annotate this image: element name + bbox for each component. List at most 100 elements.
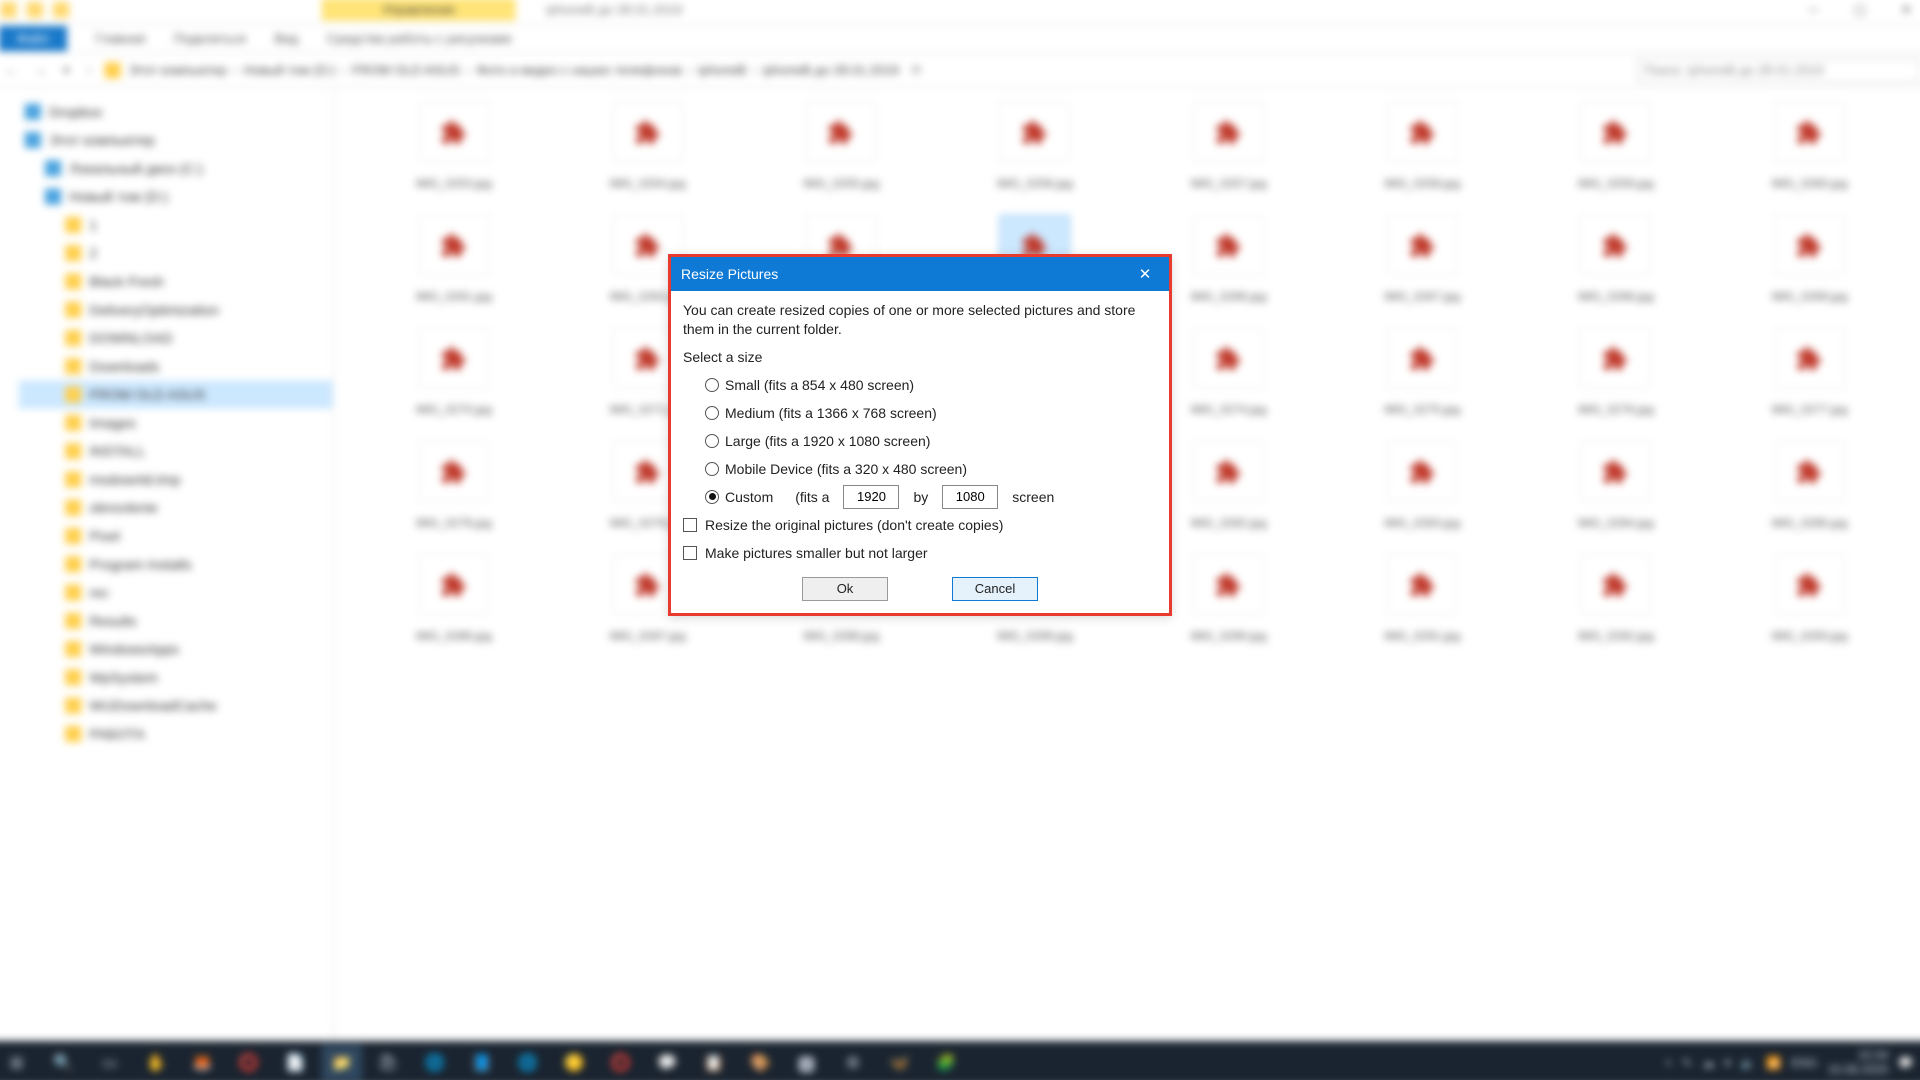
breadcrumb-segment[interactable]: Фото и видео с наших телефонов <box>476 62 681 77</box>
sidebar-item[interactable]: 2 <box>19 239 333 267</box>
breadcrumb-segment[interactable]: Новый том (D:) <box>243 62 335 77</box>
sidebar-item[interactable]: РАБОТА <box>19 720 333 748</box>
breadcrumb-segment[interactable]: FROM OLD ASUS <box>352 62 460 77</box>
radio-custom[interactable]: Custom (fits a by screen <box>705 483 1157 511</box>
file-thumbnail[interactable]: IMG_0285.jpg <box>1720 435 1900 536</box>
tray-icon[interactable]: 🔈 <box>1741 1056 1756 1070</box>
sidebar-item[interactable]: Downloads <box>19 352 333 380</box>
taskbar-app[interactable]: 🟡 <box>554 1045 594 1080</box>
sidebar-item[interactable]: Results <box>19 607 333 635</box>
sidebar-item[interactable]: Новый том (D:) <box>19 182 333 210</box>
sidebar-item[interactable]: WUDownloadCache <box>19 691 333 719</box>
taskbar[interactable]: ⊞ 🔍 ▭ ✋ 🦊 ⭕ 📄 📁 🛍 🌐 📘 🌐 🟡 ⭕ 💬 📋 🎨 🅰 ⚙ 🦋 … <box>0 1041 1920 1080</box>
taskbar-app-skype[interactable]: 💬 <box>647 1045 687 1080</box>
nav-forward-icon[interactable]: → <box>30 62 51 77</box>
sidebar-item[interactable]: Dropbox <box>19 98 333 126</box>
nav-up-icon[interactable]: ↑ <box>82 62 97 77</box>
sidebar-item[interactable]: 1 <box>19 211 333 239</box>
file-thumbnail[interactable]: IMG_0269.jpg <box>1720 209 1900 310</box>
taskbar-app[interactable]: 🅰 <box>786 1045 826 1080</box>
taskbar-app-opera[interactable]: ⭕ <box>229 1045 269 1080</box>
sidebar-item[interactable]: msdownld.tmp <box>19 465 333 493</box>
file-thumbnail[interactable]: IMG_0276.jpg <box>1526 322 1706 423</box>
navigation-pane[interactable]: DropboxЭтот компьютерЛокальный диск (C:)… <box>0 88 334 1062</box>
radio-large[interactable]: Large (fits a 1920 x 1080 screen) <box>705 427 1157 455</box>
custom-width-input[interactable] <box>843 485 899 509</box>
tray-chevron-up-icon[interactable]: ˄ <box>1665 1056 1672 1070</box>
sidebar-item[interactable]: Этот компьютер <box>19 126 333 154</box>
file-thumbnail[interactable]: IMG_0278.jpg <box>364 435 544 536</box>
sidebar-item[interactable]: Program Installs <box>19 550 333 578</box>
sidebar-item[interactable]: Локальный диск (C:) <box>19 154 333 182</box>
sidebar-item[interactable]: Pixel <box>19 522 333 550</box>
tray-icon[interactable]: ▾ <box>1725 1056 1731 1070</box>
sidebar-item[interactable]: WpSystem <box>19 663 333 691</box>
file-thumbnail[interactable]: IMG_0261.jpg <box>364 209 544 310</box>
file-thumbnail[interactable]: IMG_0286.jpg <box>364 548 544 649</box>
sidebar-item[interactable]: DOWNLOAD <box>19 324 333 352</box>
checkbox-resize-original[interactable]: Resize the original pictures (don't crea… <box>683 511 1157 539</box>
sidebar-item[interactable]: obnovlenie <box>19 494 333 522</box>
tab-share[interactable]: Поделиться <box>174 31 247 46</box>
breadcrumb[interactable]: Этот компьютер › Новый том (D:) › FROM O… <box>129 62 899 77</box>
window-minimize[interactable]: ─ <box>1790 0 1836 23</box>
radio-medium[interactable]: Medium (fits a 1366 x 768 screen) <box>705 399 1157 427</box>
qat-icon[interactable] <box>53 1 69 17</box>
file-thumbnail[interactable]: IMG_0267.jpg <box>1332 209 1512 310</box>
nav-recent-icon[interactable]: ▾ <box>59 62 74 78</box>
cancel-button[interactable]: Cancel <box>952 577 1038 601</box>
tab-picture-tools[interactable]: Средства работы с рисунками <box>327 31 512 46</box>
checkbox-smaller-only[interactable]: Make pictures smaller but not larger <box>683 539 1157 567</box>
taskbar-app[interactable]: 🦋 <box>879 1045 919 1080</box>
tab-home[interactable]: Главная <box>95 31 145 46</box>
file-thumbnail[interactable]: IMG_0275.jpg <box>1332 322 1512 423</box>
search-input[interactable]: Поиск: iphoneB до 28.01.2019 <box>1637 58 1920 82</box>
tray-action-center-icon[interactable]: 💬 <box>1898 1056 1913 1070</box>
taskbar-app-settings-icon[interactable]: ⚙ <box>833 1045 873 1080</box>
taskbar-app-explorer[interactable]: 📁 <box>322 1045 362 1080</box>
file-thumbnail[interactable]: IMG_0253.jpg <box>364 96 544 197</box>
file-thumbnail[interactable]: IMG_0260.jpg <box>1720 96 1900 197</box>
file-thumbnail[interactable]: IMG_0259.jpg <box>1526 96 1706 197</box>
sidebar-item[interactable]: Images <box>19 409 333 437</box>
radio-mobile[interactable]: Mobile Device (fits a 320 x 480 screen) <box>705 455 1157 483</box>
sidebar-item[interactable]: Black Fresh <box>19 267 333 295</box>
dialog-title-bar[interactable]: Resize Pictures ✕ <box>671 257 1169 291</box>
qat-icon[interactable] <box>27 1 43 17</box>
taskbar-app[interactable]: 🎨 <box>740 1045 780 1080</box>
file-thumbnail[interactable]: IMG_0254.jpg <box>558 96 738 197</box>
taskbar-search-icon[interactable]: 🔍 <box>43 1045 83 1080</box>
tray-icon[interactable]: ☁ <box>1702 1056 1714 1070</box>
file-thumbnail[interactable]: IMG_0292.jpg <box>1526 548 1706 649</box>
tray-clock[interactable]: 15:34 15.08.2020 <box>1828 1049 1889 1077</box>
system-tray[interactable]: ˄ ✎ ☁ ▾ 🔈 📶 ENG 15:34 15.08.2020 💬 <box>1665 1049 1920 1077</box>
tray-lang[interactable]: ENG <box>1791 1056 1817 1070</box>
sidebar-item[interactable]: rec <box>19 578 333 606</box>
breadcrumb-segment[interactable]: Этот компьютер <box>129 62 227 77</box>
radio-small[interactable]: Small (fits a 854 x 480 screen) <box>705 371 1157 399</box>
taskbar-app[interactable]: 📄 <box>275 1045 315 1080</box>
file-thumbnail[interactable]: IMG_0283.jpg <box>1332 435 1512 536</box>
file-thumbnail[interactable]: IMG_0284.jpg <box>1526 435 1706 536</box>
file-thumbnail[interactable]: IMG_0256.jpg <box>945 96 1125 197</box>
file-thumbnail[interactable]: IMG_0257.jpg <box>1139 96 1319 197</box>
dialog-close-button[interactable]: ✕ <box>1131 260 1159 288</box>
file-thumbnail[interactable]: IMG_0277.jpg <box>1720 322 1900 423</box>
taskbar-app[interactable]: 📋 <box>693 1045 733 1080</box>
taskbar-app[interactable]: 📘 <box>461 1045 501 1080</box>
taskbar-app-firefox[interactable]: 🦊 <box>182 1045 222 1080</box>
ribbon-context-tab[interactable]: Управление <box>322 0 516 21</box>
sidebar-item[interactable]: WindowsApps <box>19 635 333 663</box>
ok-button[interactable]: Ok <box>802 577 888 601</box>
file-thumbnail[interactable]: IMG_0258.jpg <box>1332 96 1512 197</box>
taskbar-app[interactable]: 🧩 <box>926 1045 966 1080</box>
breadcrumb-segment[interactable]: iphoneB <box>698 62 746 77</box>
window-maximize[interactable]: ▢ <box>1837 0 1883 23</box>
file-thumbnail[interactable]: IMG_0268.jpg <box>1526 209 1706 310</box>
file-thumbnail[interactable]: IMG_0293.jpg <box>1720 548 1900 649</box>
sidebar-item[interactable]: INSTALL <box>19 437 333 465</box>
window-close[interactable]: ✕ <box>1883 0 1920 23</box>
start-button[interactable]: ⊞ <box>0 1045 37 1080</box>
qat-icon[interactable] <box>1 1 17 17</box>
sidebar-item[interactable]: FROM OLD ASUS <box>19 380 333 408</box>
